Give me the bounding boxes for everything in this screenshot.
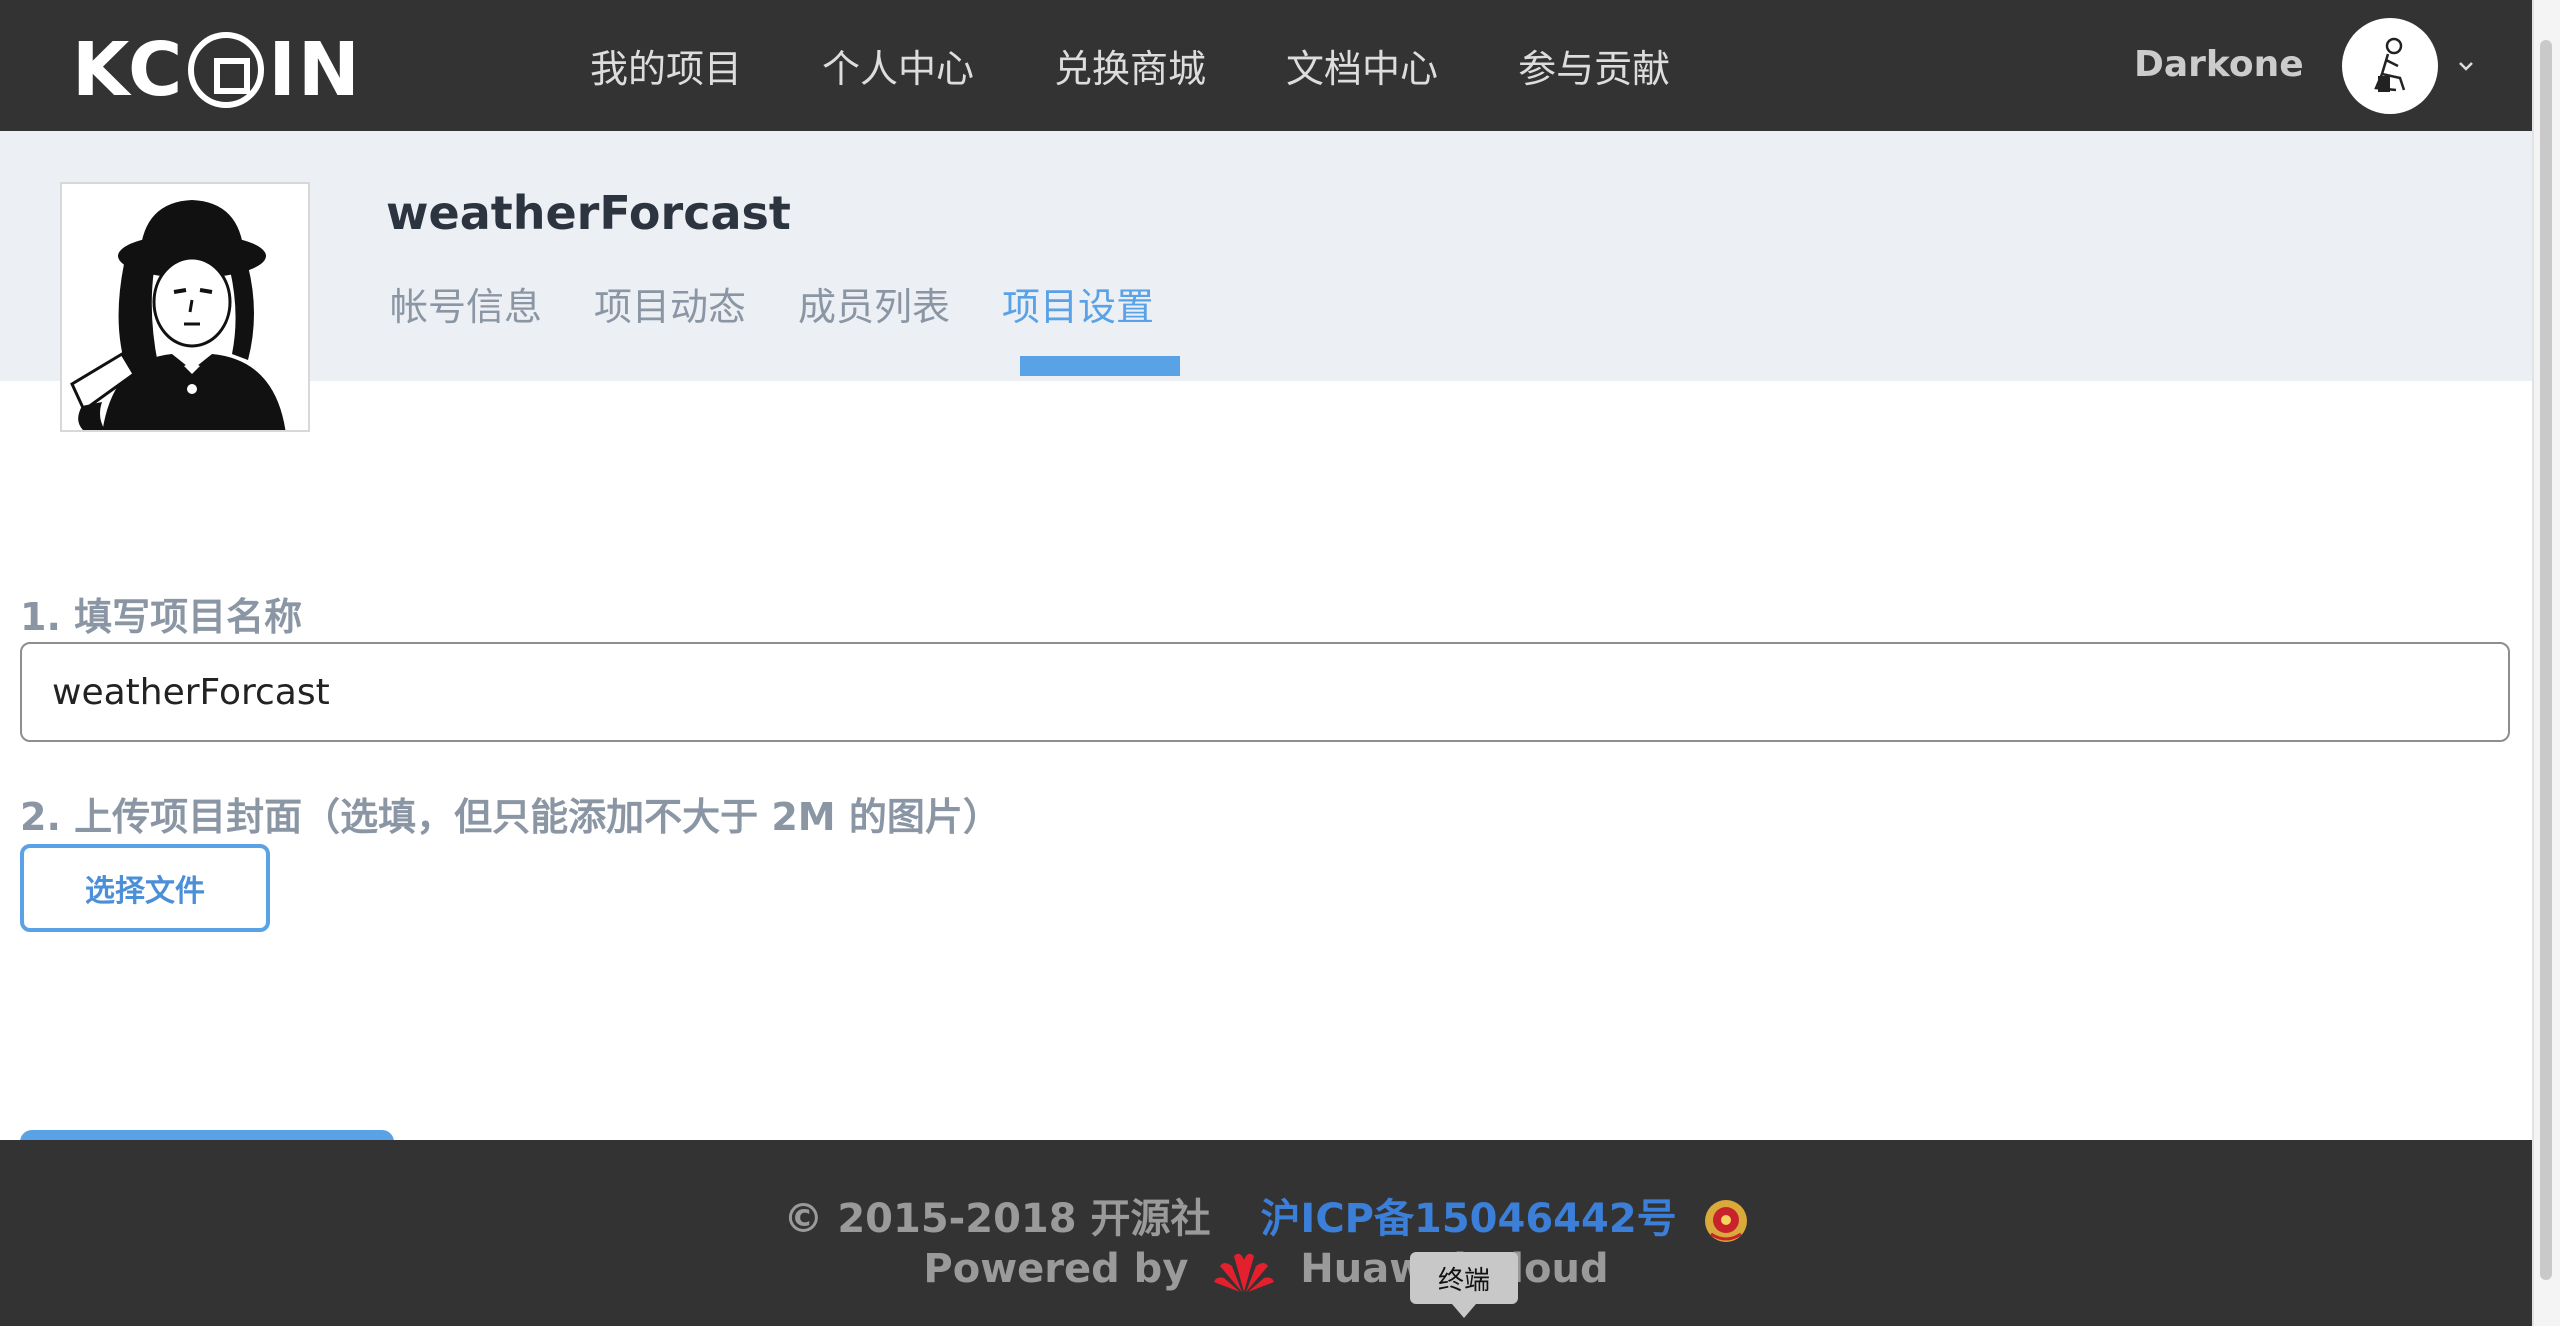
footer-powered-line: Powered by Huawei Cloud <box>0 1246 2532 1296</box>
tab-member-list[interactable]: 成员列表 <box>798 276 950 331</box>
nav-item-my-projects[interactable]: 我的项目 <box>590 38 742 93</box>
police-emblem-icon <box>1704 1200 1747 1242</box>
nav-item-exchange-mall[interactable]: 兑换商城 <box>1054 38 1206 93</box>
project-name-label: 1. 填写项目名称 <box>20 595 303 639</box>
project-name-input[interactable] <box>20 642 2510 742</box>
huawei-logo-icon <box>1214 1253 1275 1292</box>
chevron-down-icon[interactable] <box>2454 54 2478 78</box>
avatar-figure-icon <box>2374 37 2406 92</box>
logo-text-left: KC <box>72 27 185 113</box>
active-tab-indicator <box>1020 356 1180 376</box>
tooltip-terminal: 终端 <box>1410 1252 1518 1318</box>
footer: © 2015-2018 开源社 沪ICP备15046442号 Powered b… <box>0 1140 2532 1326</box>
username[interactable]: Darkone <box>2134 44 2304 85</box>
tab-project-settings[interactable]: 项目设置 <box>1002 276 1154 331</box>
logo-text-right: IN <box>268 27 362 113</box>
top-navbar: KC IN 我的项目 个人中心 兑换商城 文档中心 参与贡献 Darkone <box>0 0 2532 131</box>
project-header <box>0 131 2532 381</box>
scrollbar-thumb[interactable] <box>2540 40 2552 1280</box>
nav-item-docs-center[interactable]: 文档中心 <box>1286 38 1438 93</box>
tab-project-activity[interactable]: 项目动态 <box>594 276 746 331</box>
nav-item-personal-center[interactable]: 个人中心 <box>822 38 974 93</box>
choose-file-button[interactable]: 选择文件 <box>20 844 270 932</box>
user-avatar[interactable] <box>2342 18 2438 114</box>
icp-link[interactable]: 沪ICP备15046442号 <box>1260 1196 1676 1242</box>
cover-portrait-icon <box>62 184 308 430</box>
project-cover-image <box>60 182 310 432</box>
copyright-text: © 2015-2018 开源社 <box>783 1196 1211 1242</box>
footer-copyright-line: © 2015-2018 开源社 沪ICP备15046442号 <box>0 1186 2532 1244</box>
project-tabs: 帐号信息 项目动态 成员列表 项目设置 <box>390 276 1206 331</box>
coin-icon <box>188 32 265 108</box>
nav-item-contribute[interactable]: 参与贡献 <box>1518 38 1670 93</box>
project-title: weatherForcast <box>386 186 791 240</box>
main-nav: 我的项目 个人中心 兑换商城 文档中心 参与贡献 <box>590 0 1750 131</box>
powered-by-text: Powered by <box>923 1246 1189 1292</box>
kcoin-logo[interactable]: KC IN <box>72 27 402 113</box>
project-cover-label: 2. 上传项目封面（选填，但只能添加不大于 2M 的图片） <box>20 795 1001 839</box>
tab-account-info[interactable]: 帐号信息 <box>390 276 542 331</box>
